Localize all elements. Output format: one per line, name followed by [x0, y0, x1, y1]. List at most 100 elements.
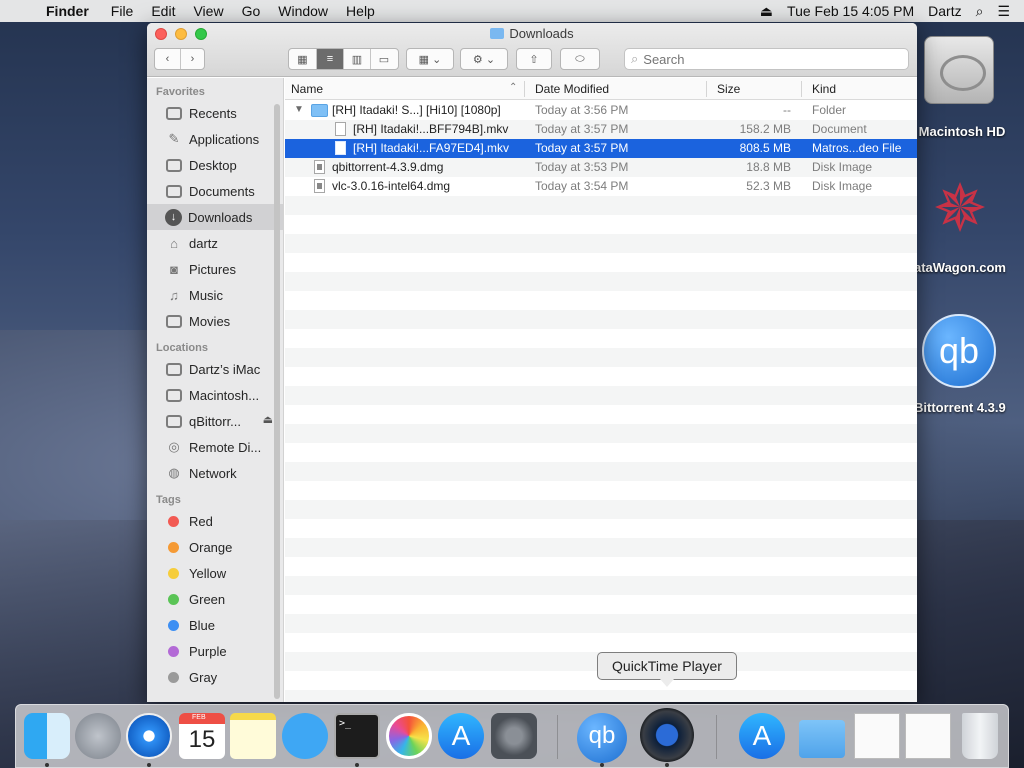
sidebar-tag-yellow[interactable]: Yellow	[147, 560, 283, 586]
sidebar-item-music[interactable]: ♫ Music	[147, 282, 283, 308]
sidebar-item-applications[interactable]: ✎ Applications	[147, 126, 283, 152]
qbittorrent-dock-icon[interactable]: qb	[577, 713, 627, 763]
safari-dock-icon[interactable]	[126, 713, 172, 759]
sidebar-scrollbar[interactable]	[274, 104, 280, 699]
system-preferences-dock-icon[interactable]	[491, 713, 537, 759]
column-header-kind[interactable]: Kind	[812, 82, 836, 96]
table-row-selected[interactable]: [RH] Itadaki!...FA97ED4].mkv Today at 3:…	[285, 139, 917, 158]
eject-icon[interactable]: ⏏	[263, 413, 273, 426]
search-input[interactable]	[643, 51, 884, 67]
finder-dock-icon[interactable]	[24, 713, 70, 759]
file-date: Today at 3:54 PM	[535, 179, 629, 193]
sidebar-item-label: Network	[189, 465, 237, 481]
downloads-stack-dock-icon[interactable]	[799, 720, 845, 758]
sidebar-item-network[interactable]: ◍ Network	[147, 460, 283, 486]
sidebar-item-documents[interactable]: Documents	[147, 178, 283, 204]
action-button[interactable]: ⚙ ⌄	[460, 48, 508, 70]
quicktime-dock-icon[interactable]	[640, 708, 694, 762]
sidebar-item-imac[interactable]: Dartz’s iMac	[147, 356, 283, 382]
sidebar-item-label: Pictures	[189, 261, 236, 277]
forward-button[interactable]: ›	[180, 49, 204, 69]
sidebar-item-pictures[interactable]: ◙ Pictures	[147, 256, 283, 282]
table-row[interactable]: vlc-3.0.16-intel64.dmg Today at 3:54 PM …	[285, 177, 917, 196]
menu-app-finder[interactable]: Finder	[46, 3, 99, 19]
table-row[interactable]: ▼ [RH] Itadaki! S...] [Hi10] [1080p] Tod…	[285, 101, 917, 120]
search-field[interactable]: ⌕	[624, 48, 909, 70]
sidebar-tag-blue[interactable]: Blue	[147, 612, 283, 638]
macintosh-hd-icon[interactable]	[924, 36, 994, 104]
app-store-dock-icon[interactable]: A	[438, 713, 484, 759]
photos-dock-icon[interactable]	[386, 713, 432, 759]
datawagon-icon[interactable]: ✵	[928, 168, 992, 248]
sidebar-item-remote-disc[interactable]: ◎ Remote Di...	[147, 434, 283, 460]
sidebar-item-qbittorrent[interactable]: qBittorr... ⏏	[147, 408, 283, 434]
column-divider[interactable]	[524, 81, 525, 97]
menu-clock[interactable]: Tue Feb 15 4:05 PM	[787, 3, 914, 19]
sidebar-item-downloads[interactable]: ↓ Downloads	[147, 204, 283, 230]
folder-icon	[311, 104, 328, 117]
screenshot-stack-dock-icon[interactable]	[905, 713, 951, 759]
sidebar-item-label: Gray	[189, 669, 218, 685]
menu-file[interactable]: File	[111, 3, 144, 19]
terminal-dock-icon[interactable]: >_	[334, 713, 380, 759]
column-header-date[interactable]: Date Modified	[535, 82, 609, 96]
dock-separator	[557, 715, 558, 759]
sidebar-item-macintosh-hd[interactable]: Macintosh...	[147, 382, 283, 408]
document-stack-dock-icon[interactable]	[854, 713, 900, 759]
tags-button[interactable]: ⬭	[560, 48, 600, 70]
menu-window[interactable]: Window	[278, 3, 338, 19]
menu-edit[interactable]: Edit	[151, 3, 185, 19]
file-rows: ▼ [RH] Itadaki! S...] [Hi10] [1080p] Tod…	[285, 101, 917, 702]
title-bar: Downloads ‹ › ▦ ≡ ▥ ▭ ▦ ⌄ ⚙ ⌄ ⇧ ⬭ ⌕	[147, 23, 917, 77]
qbittorrent-disk-icon[interactable]: qb	[922, 314, 996, 388]
tag-gray-dot-icon	[168, 671, 179, 683]
tag-icon: ⬭	[575, 52, 585, 65]
back-button[interactable]: ‹	[155, 49, 180, 69]
table-row[interactable]: qbittorrent-4.3.9.dmg Today at 3:53 PM 1…	[285, 158, 917, 177]
icon-view-icon[interactable]: ▦	[289, 49, 316, 69]
desktop-label-datawagon[interactable]: ataWagon.com	[914, 260, 1024, 275]
column-divider[interactable]	[801, 81, 802, 97]
sidebar-item-movies[interactable]: Movies	[147, 308, 283, 334]
sidebar-tag-red[interactable]: Red	[147, 508, 283, 534]
movies-icon	[166, 314, 182, 328]
sidebar-item-home[interactable]: ⌂ dartz	[147, 230, 283, 256]
sidebar-item-label: Documents	[189, 183, 255, 199]
eject-icon[interactable]: ⏏	[760, 3, 773, 20]
launchpad-dock-icon[interactable]	[75, 713, 121, 759]
file-size: 808.5 MB	[739, 141, 791, 155]
spotlight-search-icon[interactable]: ⌕	[976, 3, 984, 20]
column-view-icon[interactable]: ▥	[343, 49, 370, 69]
sidebar-tag-orange[interactable]: Orange	[147, 534, 283, 560]
group-by-button[interactable]: ▦ ⌄	[406, 48, 454, 70]
table-row[interactable]: [RH] Itadaki!...BFF794B].mkv Today at 3:…	[285, 120, 917, 139]
column-header-size[interactable]: Size	[717, 82, 740, 96]
share-button[interactable]: ⇧	[516, 48, 552, 70]
menu-help[interactable]: Help	[346, 3, 385, 19]
disclosure-triangle-icon[interactable]: ▼	[294, 104, 304, 115]
trash-dock-icon[interactable]	[962, 713, 998, 759]
sidebar-tag-gray[interactable]: Gray	[147, 664, 283, 690]
file-kind: Matros...deo File	[812, 141, 902, 155]
sidebar-item-label: Macintosh...	[189, 387, 260, 403]
menu-go[interactable]: Go	[242, 3, 271, 19]
sidebar-item-desktop[interactable]: Desktop	[147, 152, 283, 178]
menu-user[interactable]: Dartz	[928, 3, 961, 19]
desktop-label-macintosh-hd[interactable]: Macintosh HD	[912, 124, 1012, 139]
sidebar-item-label: Music	[189, 287, 223, 303]
menu-view[interactable]: View	[193, 3, 233, 19]
app-store-installer-dock-icon[interactable]: A	[739, 713, 785, 759]
notes-dock-icon[interactable]	[230, 713, 276, 759]
column-header-name[interactable]: Name	[291, 82, 323, 96]
column-divider[interactable]	[706, 81, 707, 97]
desktop-label-qbittorrent[interactable]: Bittorrent 4.3.9	[914, 400, 1024, 415]
sidebar-tag-purple[interactable]: Purple	[147, 638, 283, 664]
list-view-icon[interactable]: ≡	[316, 49, 343, 69]
sidebar-tag-green[interactable]: Green	[147, 586, 283, 612]
sidebar-item-recents[interactable]: Recents	[147, 100, 283, 126]
documents-icon	[166, 184, 182, 198]
gallery-view-icon[interactable]: ▭	[370, 49, 397, 69]
notification-center-icon[interactable]: ☰	[997, 3, 1010, 20]
messages-dock-icon[interactable]	[282, 713, 328, 759]
sort-ascending-icon[interactable]: ⌃	[509, 82, 517, 93]
